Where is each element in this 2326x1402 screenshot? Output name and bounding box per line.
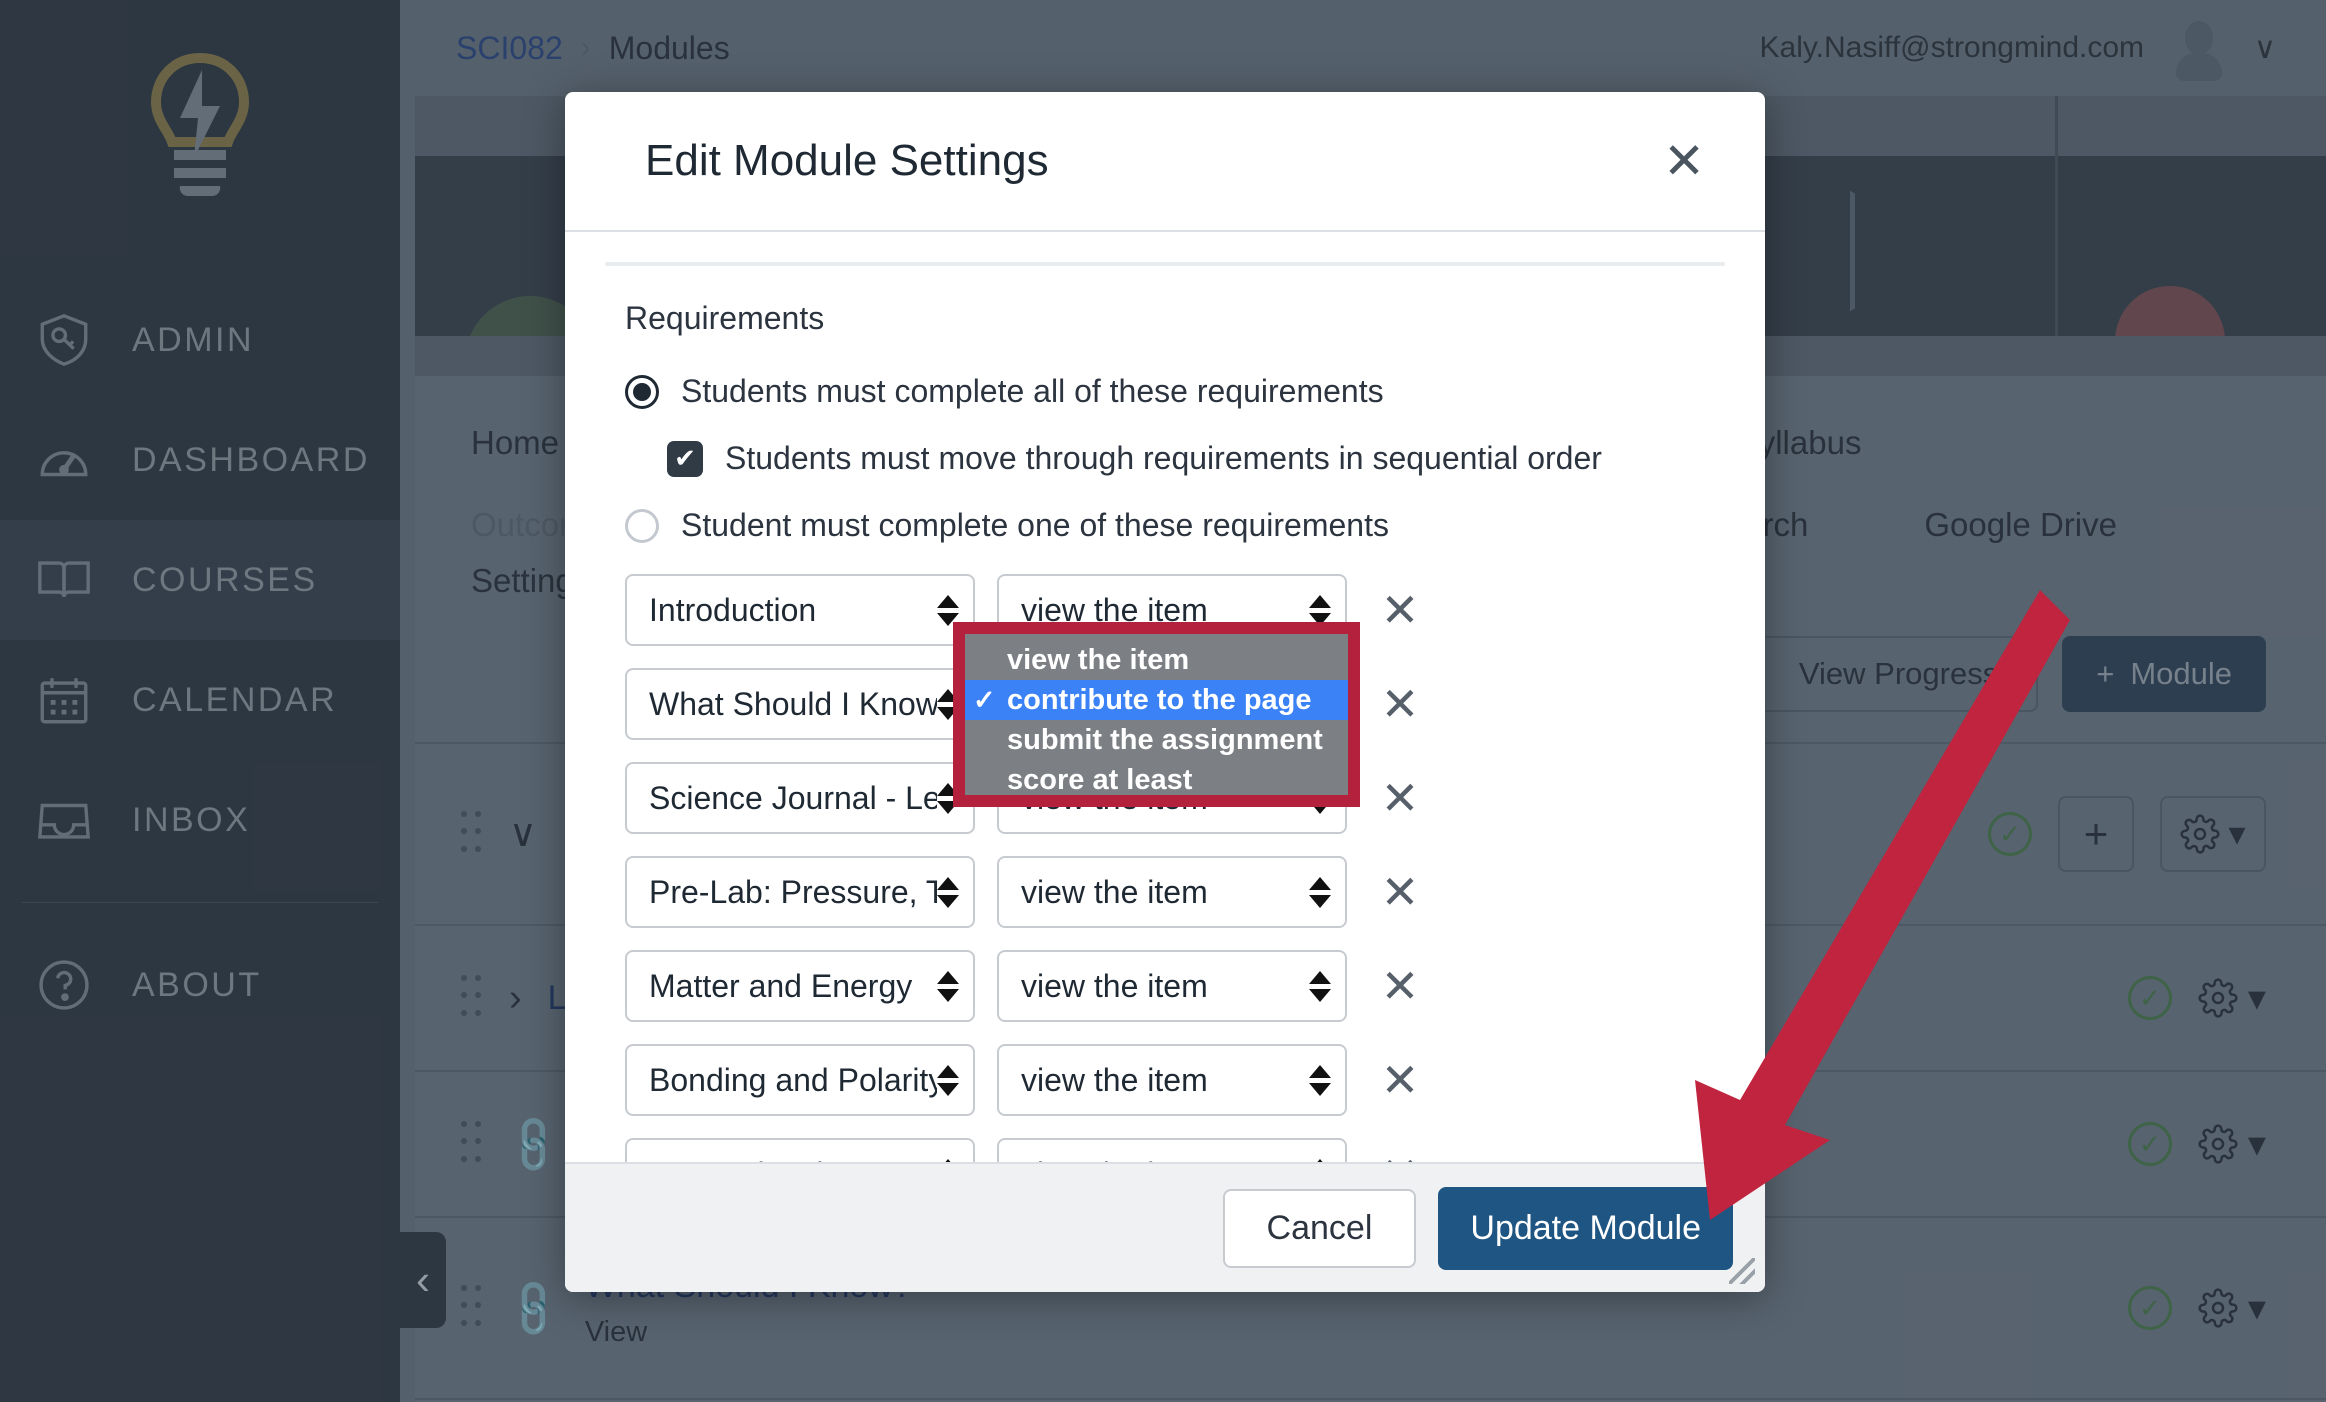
- select-arrows-icon: [937, 1064, 959, 1096]
- dropdown-option-submit-the-assignment[interactable]: submit the assignment: [965, 720, 1348, 760]
- requirement-item-select[interactable]: Introduction: [625, 574, 975, 646]
- requirement-item-select[interactable]: What Should I Know?: [625, 668, 975, 740]
- select-arrows-icon: [937, 970, 959, 1002]
- requirement-row: Intermolecular Forces view the item ✕: [625, 1138, 1705, 1162]
- requirement-item-select[interactable]: Intermolecular Forces: [625, 1138, 975, 1162]
- check-icon: ✓: [973, 684, 996, 715]
- requirements-section-label: Requirements: [625, 300, 825, 336]
- remove-requirement-icon[interactable]: ✕: [1369, 681, 1431, 727]
- dialog-footer: Cancel Update Module: [565, 1162, 1765, 1292]
- remove-requirement-icon[interactable]: ✕: [1369, 963, 1431, 1009]
- requirement-item-value: What Should I Know?: [649, 685, 937, 722]
- requirement-type-value: view the item: [1021, 873, 1208, 910]
- select-arrows-icon: [937, 594, 959, 626]
- option-label: submit the assignment: [1007, 723, 1323, 756]
- remove-requirement-icon[interactable]: ✕: [1369, 869, 1431, 915]
- select-arrows-icon: [1309, 876, 1331, 908]
- check-icon: ✔: [674, 443, 696, 473]
- update-module-button[interactable]: Update Module: [1438, 1186, 1733, 1270]
- requirement-item-value: Pre-Lab: Pressure, Ter: [649, 873, 937, 910]
- scroll-indicator: [605, 262, 1725, 266]
- checkbox-sequential-order[interactable]: ✔: [667, 440, 703, 477]
- remove-requirement-icon[interactable]: ✕: [1369, 1151, 1431, 1162]
- radio-complete-one[interactable]: [625, 508, 659, 543]
- radio-complete-all[interactable]: [625, 374, 659, 409]
- requirement-row: Bonding and Polarity view the item ✕: [625, 1044, 1705, 1116]
- requirement-type-select[interactable]: view the item: [997, 1044, 1347, 1116]
- resize-grip-icon[interactable]: [1729, 1258, 1755, 1284]
- dialog-header: Edit Module Settings ✕: [565, 92, 1765, 232]
- radio-complete-all-label: Students must complete all of these requ…: [681, 373, 1384, 409]
- remove-requirement-icon[interactable]: ✕: [1369, 1057, 1431, 1103]
- select-arrows-icon: [1309, 1064, 1331, 1096]
- requirement-item-select[interactable]: Science Journal - Less: [625, 762, 975, 834]
- remove-requirement-icon[interactable]: ✕: [1369, 775, 1431, 821]
- cancel-button[interactable]: Cancel: [1222, 1188, 1417, 1268]
- requirement-item-select[interactable]: Pre-Lab: Pressure, Ter: [625, 856, 975, 928]
- dropdown-option-contribute-to-the-page[interactable]: ✓ contribute to the page: [965, 680, 1348, 720]
- radio-complete-one-row[interactable]: Student must complete one of these requi…: [625, 507, 1705, 544]
- requirement-type-value: view the item: [1021, 1061, 1208, 1098]
- option-label: view the item: [1007, 643, 1190, 676]
- radio-complete-one-label: Student must complete one of these requi…: [681, 507, 1389, 543]
- select-arrows-icon: [937, 876, 959, 908]
- requirement-row: Matter and Energy view the item ✕: [625, 950, 1705, 1022]
- requirement-type-value: view the item: [1021, 967, 1208, 1004]
- requirement-type-dropdown-highlight: view the item ✓ contribute to the page s…: [953, 622, 1360, 807]
- checkbox-sequential-label: Students must move through requirements …: [725, 440, 1602, 476]
- select-arrows-icon: [1309, 594, 1331, 626]
- requirement-type-select[interactable]: view the item: [997, 1138, 1347, 1162]
- requirement-item-value: Matter and Energy: [649, 967, 913, 1004]
- select-arrows-icon: [1309, 970, 1331, 1002]
- radio-complete-all-row[interactable]: Students must complete all of these requ…: [625, 373, 1705, 410]
- option-label: contribute to the page: [1007, 683, 1312, 716]
- requirement-item-select[interactable]: Matter and Energy: [625, 950, 975, 1022]
- page-title: Edit Module Settings: [645, 136, 1049, 185]
- requirement-item-value: Science Journal - Less: [649, 779, 937, 816]
- requirement-type-select[interactable]: view the item: [997, 950, 1347, 1022]
- requirement-type-select[interactable]: view the item: [997, 856, 1347, 928]
- dropdown-option-score-at-least[interactable]: score at least: [965, 760, 1348, 800]
- requirement-row: Pre-Lab: Pressure, Ter view the item ✕: [625, 856, 1705, 928]
- requirement-type-dropdown[interactable]: view the item ✓ contribute to the page s…: [965, 634, 1348, 796]
- requirement-item-select[interactable]: Bonding and Polarity: [625, 1044, 975, 1116]
- close-icon[interactable]: ✕: [1649, 130, 1719, 192]
- checkbox-sequential-row[interactable]: ✔ Students must move through requirement…: [667, 440, 1705, 477]
- option-label: score at least: [1007, 763, 1193, 796]
- requirement-item-value: Introduction: [649, 591, 817, 628]
- remove-requirement-icon[interactable]: ✕: [1369, 587, 1431, 633]
- dropdown-option-view-the-item[interactable]: view the item: [965, 640, 1348, 680]
- requirement-item-value: Bonding and Polarity: [649, 1061, 937, 1098]
